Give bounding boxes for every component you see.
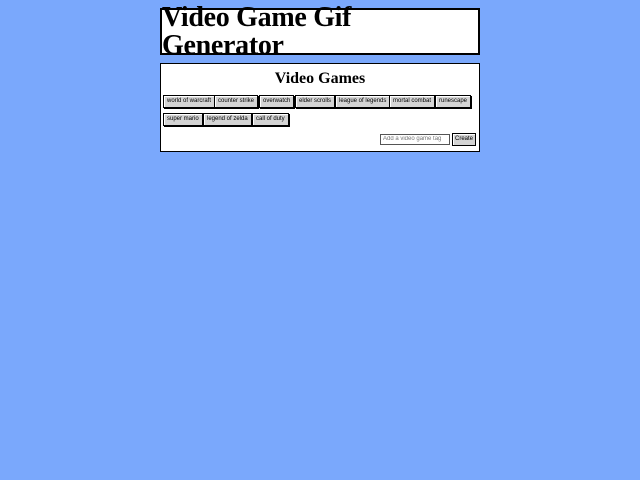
header-banner: Video Game Gif Generator [160, 3, 480, 59]
video-game-tag-input[interactable] [380, 134, 450, 145]
tag-button-legend-of-zelda[interactable]: legend of zelda [203, 113, 252, 126]
video-games-panel: Video Games world of warcraft counter st… [160, 63, 480, 152]
create-button[interactable]: Create [452, 133, 477, 146]
tag-button-mortal-combat[interactable]: mortal combat [389, 95, 436, 108]
tag-button-call-of-duty[interactable]: call of duty [252, 113, 289, 126]
tag-button-super-mario[interactable]: super mario [163, 113, 203, 126]
page-title: Video Game Gif Generator [162, 1, 352, 61]
tag-button-runescape[interactable]: runescape [435, 95, 472, 108]
video-games-heading: Video Games [274, 70, 366, 87]
tag-button-overwatch[interactable]: overwatch [259, 95, 295, 108]
tag-button-elder-scrolls[interactable]: elder scrolls [295, 95, 336, 108]
tag-button-league-of-legends[interactable]: league of legends [335, 95, 391, 108]
tag-button-world-of-warcraft[interactable]: world of warcraft [163, 95, 216, 108]
tag-button-counter-strike[interactable]: counter strike [214, 95, 259, 108]
